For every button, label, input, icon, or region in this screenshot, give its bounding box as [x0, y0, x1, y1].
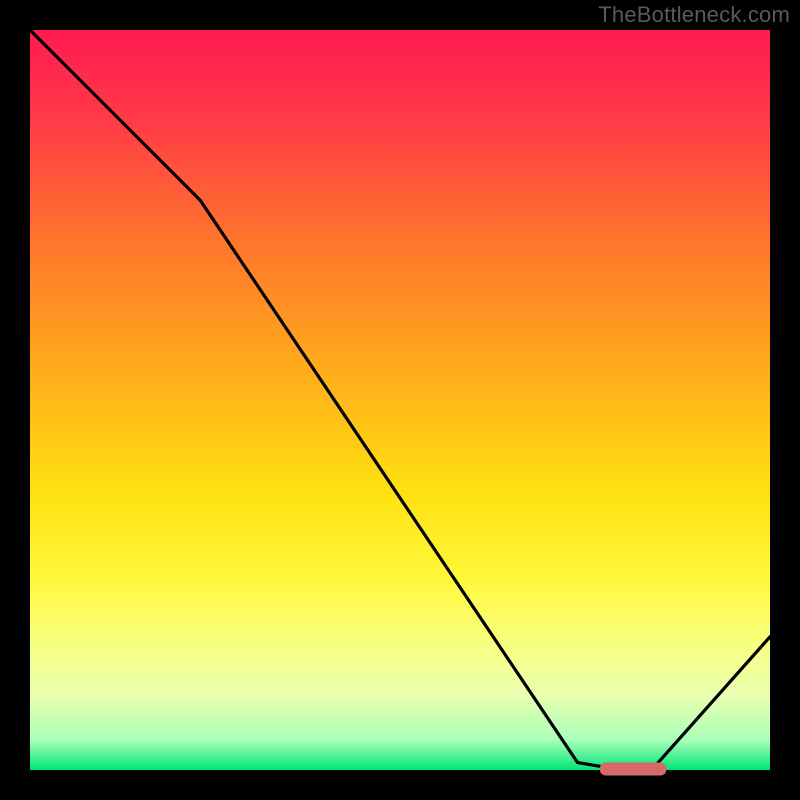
- optimal-marker: [600, 763, 667, 776]
- watermark-text: TheBottleneck.com: [598, 2, 790, 28]
- bottleneck-chart: [0, 0, 800, 800]
- chart-container: TheBottleneck.com: [0, 0, 800, 800]
